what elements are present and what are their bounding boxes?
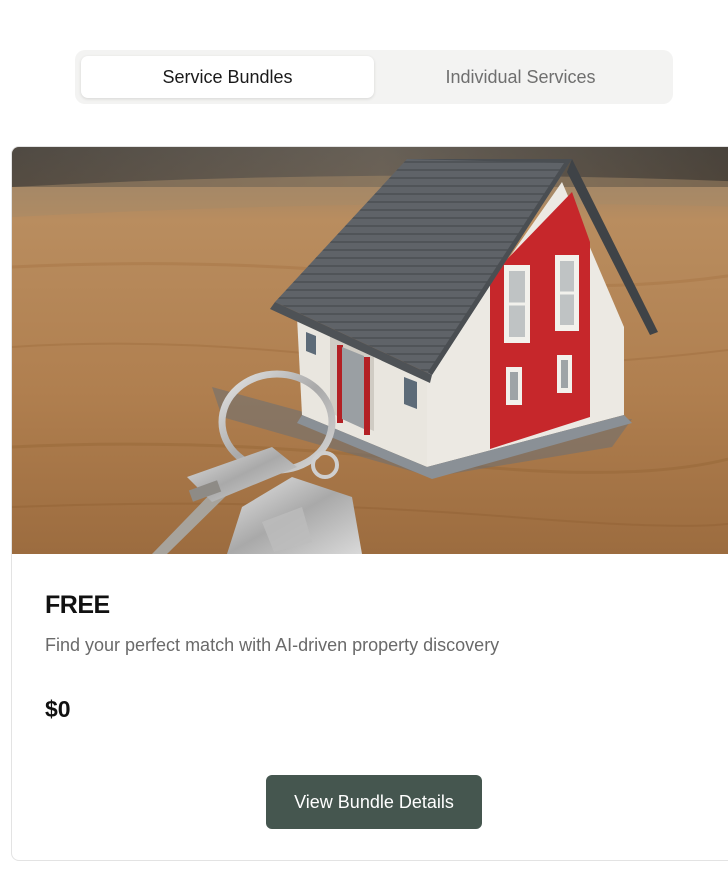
bundle-price: $0 (45, 696, 71, 722)
bundle-image (12, 147, 728, 554)
tab-switcher: Service Bundles Individual Services (75, 50, 673, 104)
tab-individual-services[interactable]: Individual Services (374, 56, 667, 98)
bundle-description: Find your perfect match with AI-driven p… (45, 635, 500, 655)
bundle-title: FREE (45, 591, 110, 619)
tab-service-bundles[interactable]: Service Bundles (81, 56, 374, 98)
page: Service Bundles Individual Services FREE… (0, 0, 728, 884)
bundle-card: FREE Find your perfect match with AI-dri… (11, 146, 728, 861)
view-bundle-details-button[interactable]: View Bundle Details (266, 775, 482, 829)
